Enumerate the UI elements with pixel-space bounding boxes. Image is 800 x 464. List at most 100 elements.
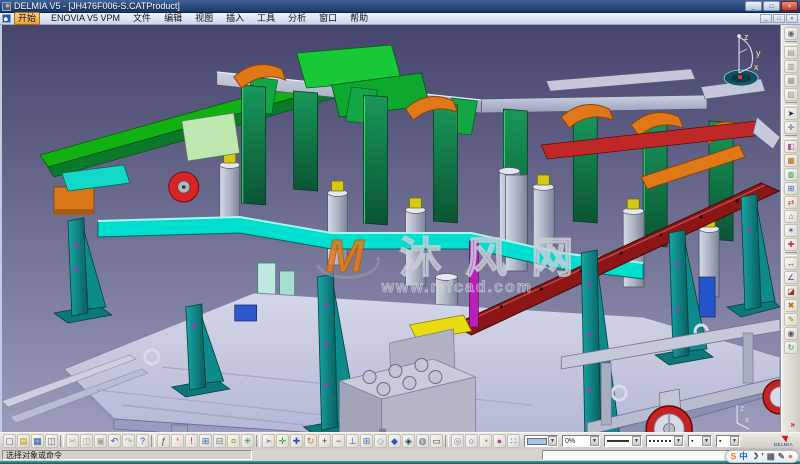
menu-window[interactable]: 窗口 <box>317 13 339 24</box>
window-close-button[interactable]: × <box>781 1 798 11</box>
window-minimize-button[interactable]: _ <box>745 1 762 11</box>
sogou-logo[interactable]: S <box>731 452 737 461</box>
ime-tools[interactable]: ✎ <box>778 452 785 461</box>
lock-icon[interactable]: ¤ <box>227 434 240 448</box>
doc-copy-icon[interactable]: ▧ <box>784 88 798 101</box>
multi-view-icon[interactable]: ⊞ <box>360 434 373 448</box>
3d-viewport[interactable]: M 沐风网 www.mfcad.com z y x <box>0 25 781 432</box>
replace-component-icon[interactable]: ⇄ <box>784 196 798 209</box>
update-icon[interactable]: ↻ <box>784 341 798 354</box>
paste-icon[interactable]: ▣ <box>94 434 107 448</box>
undo-icon[interactable]: ↶ <box>108 434 121 448</box>
window-maximize-button[interactable]: □ <box>763 1 780 11</box>
material-apply-icon[interactable]: ◍ <box>784 168 798 181</box>
mdi-minimize-button[interactable]: _ <box>760 14 772 23</box>
zoom-in-icon[interactable]: + <box>318 434 331 448</box>
new-doc-icon[interactable]: ▢ <box>3 434 16 448</box>
menu-insert[interactable]: 插入 <box>224 13 246 24</box>
redo-icon[interactable]: ↷ <box>122 434 135 448</box>
menu-edit[interactable]: 编辑 <box>162 13 184 24</box>
circle-pattern-icon[interactable]: ○ <box>465 434 478 448</box>
render-view-icon[interactable]: ◉ <box>784 27 798 40</box>
annotation-icon[interactable]: ✎ <box>784 313 798 326</box>
fastener-icon[interactable]: ✚ <box>784 238 798 251</box>
cut-icon[interactable]: ✂ <box>66 434 79 448</box>
open-doc-icon[interactable]: ▤ <box>784 46 798 59</box>
insert-component-icon[interactable]: ⊞ <box>784 182 798 195</box>
line-weight-combo[interactable]: ▼ <box>604 435 642 447</box>
update-all-icon[interactable]: ✳ <box>241 434 254 448</box>
ime-punct-toggle[interactable]: ’ <box>761 452 763 461</box>
model-blue-post[interactable] <box>699 277 715 317</box>
paint-properties-icon[interactable]: ◧ <box>784 140 798 153</box>
chevron-down-icon: ▼ <box>730 436 739 446</box>
menu-enovia-v5-vpm[interactable]: ENOVIA V5 VPM <box>49 13 122 24</box>
grid-snap-icon[interactable]: ∷ <box>507 434 520 448</box>
copy-icon[interactable]: ◫ <box>80 434 93 448</box>
apply-material-icon[interactable]: ● <box>493 434 506 448</box>
model-orange-box[interactable] <box>54 187 94 215</box>
measure-tools-icon[interactable]: ◔ <box>479 434 492 448</box>
capture-icon[interactable]: ◉ <box>784 327 798 340</box>
snap-target-icon[interactable]: ✛ <box>784 121 798 134</box>
mdi-close-button[interactable]: × <box>786 14 798 23</box>
command-input[interactable] <box>542 450 752 460</box>
menu-help[interactable]: 帮助 <box>348 13 370 24</box>
fill-color-combo[interactable]: ▼ <box>524 435 558 447</box>
comment-icon[interactable]: ❛ <box>171 434 184 448</box>
ime-soft-keyboard[interactable]: ▦ <box>767 452 775 461</box>
design-table-icon[interactable]: ⊞ <box>199 434 212 448</box>
menu-start[interactable]: 开始 <box>14 12 40 25</box>
zoom-out-icon[interactable]: − <box>332 434 345 448</box>
swap-space-icon[interactable]: ▭ <box>430 434 443 448</box>
section-view-icon[interactable]: ◪ <box>784 285 798 298</box>
menu-tools[interactable]: 工具 <box>255 13 277 24</box>
hsep <box>60 435 64 447</box>
product-structure-icon[interactable]: ⌂ <box>784 210 798 223</box>
normal-view-icon[interactable]: ⊥ <box>346 434 359 448</box>
shaded-view-icon[interactable]: ◆ <box>388 434 401 448</box>
knowledge-icon[interactable]: ! <box>185 434 198 448</box>
chevron-down-icon: ▼ <box>674 436 683 446</box>
pan-icon[interactable]: ✚ <box>290 434 303 448</box>
opacity-value: 0% <box>565 438 575 445</box>
whats-this-icon[interactable]: ? <box>136 434 149 448</box>
catalog-browser-icon[interactable]: ▦ <box>784 154 798 167</box>
model-canvas[interactable]: M 沐风网 www.mfcad.com z y x <box>2 25 780 432</box>
save-doc-icon[interactable]: ▥ <box>784 60 798 73</box>
print-icon[interactable]: ◫ <box>45 434 58 448</box>
wheel-rotate-icon[interactable]: ◎ <box>451 434 464 448</box>
mdi-restore-button[interactable]: □ <box>773 14 785 23</box>
hide-show-icon[interactable]: ◍ <box>416 434 429 448</box>
menu-analyze[interactable]: 分析 <box>286 13 308 24</box>
select-arrow-icon[interactable]: ➤ <box>784 107 798 120</box>
fly-mode-icon[interactable]: ➣ <box>262 434 275 448</box>
measure-item-icon[interactable]: ∠ <box>784 271 798 284</box>
fit-all-icon[interactable]: ✛ <box>276 434 289 448</box>
measure-between-icon[interactable]: ↔ <box>784 257 798 270</box>
toolbar-overflow-indicator[interactable]: » <box>791 420 795 429</box>
iso-view-icon[interactable]: ◇ <box>374 434 387 448</box>
open-folder-icon[interactable]: ▤ <box>17 434 30 448</box>
render-mode-combo[interactable]: ▪ ▼ <box>716 435 740 447</box>
model-clamp-body[interactable] <box>182 113 240 161</box>
clash-check-icon[interactable]: ✖ <box>784 299 798 312</box>
edges-view-icon[interactable]: ◈ <box>402 434 415 448</box>
model-red-disc[interactable] <box>169 172 199 202</box>
formula-icon[interactable]: ƒ <box>157 434 170 448</box>
save-icon[interactable]: ▦ <box>31 434 44 448</box>
manikin-icon[interactable]: ✶ <box>784 224 798 237</box>
ime-fullhalf-toggle[interactable]: ☽ <box>751 452 759 461</box>
rotate-icon[interactable]: ↻ <box>304 434 317 448</box>
doc-props-icon[interactable]: ▦ <box>784 74 798 87</box>
line-type-combo[interactable]: ▼ <box>646 435 684 447</box>
ime-mascot[interactable]: ● <box>788 452 793 461</box>
menu-file[interactable]: 文件 <box>131 13 153 24</box>
opacity-combo[interactable]: 0% ▼ <box>562 435 600 447</box>
menu-view[interactable]: 视图 <box>193 13 215 24</box>
relations-icon[interactable]: ⊟ <box>213 434 226 448</box>
point-symbol-combo[interactable]: ▪ ▼ <box>688 435 712 447</box>
svg-text:z: z <box>740 404 744 413</box>
model-blue-block[interactable] <box>235 305 257 321</box>
ime-mode-chinese[interactable]: 中 <box>739 452 748 461</box>
